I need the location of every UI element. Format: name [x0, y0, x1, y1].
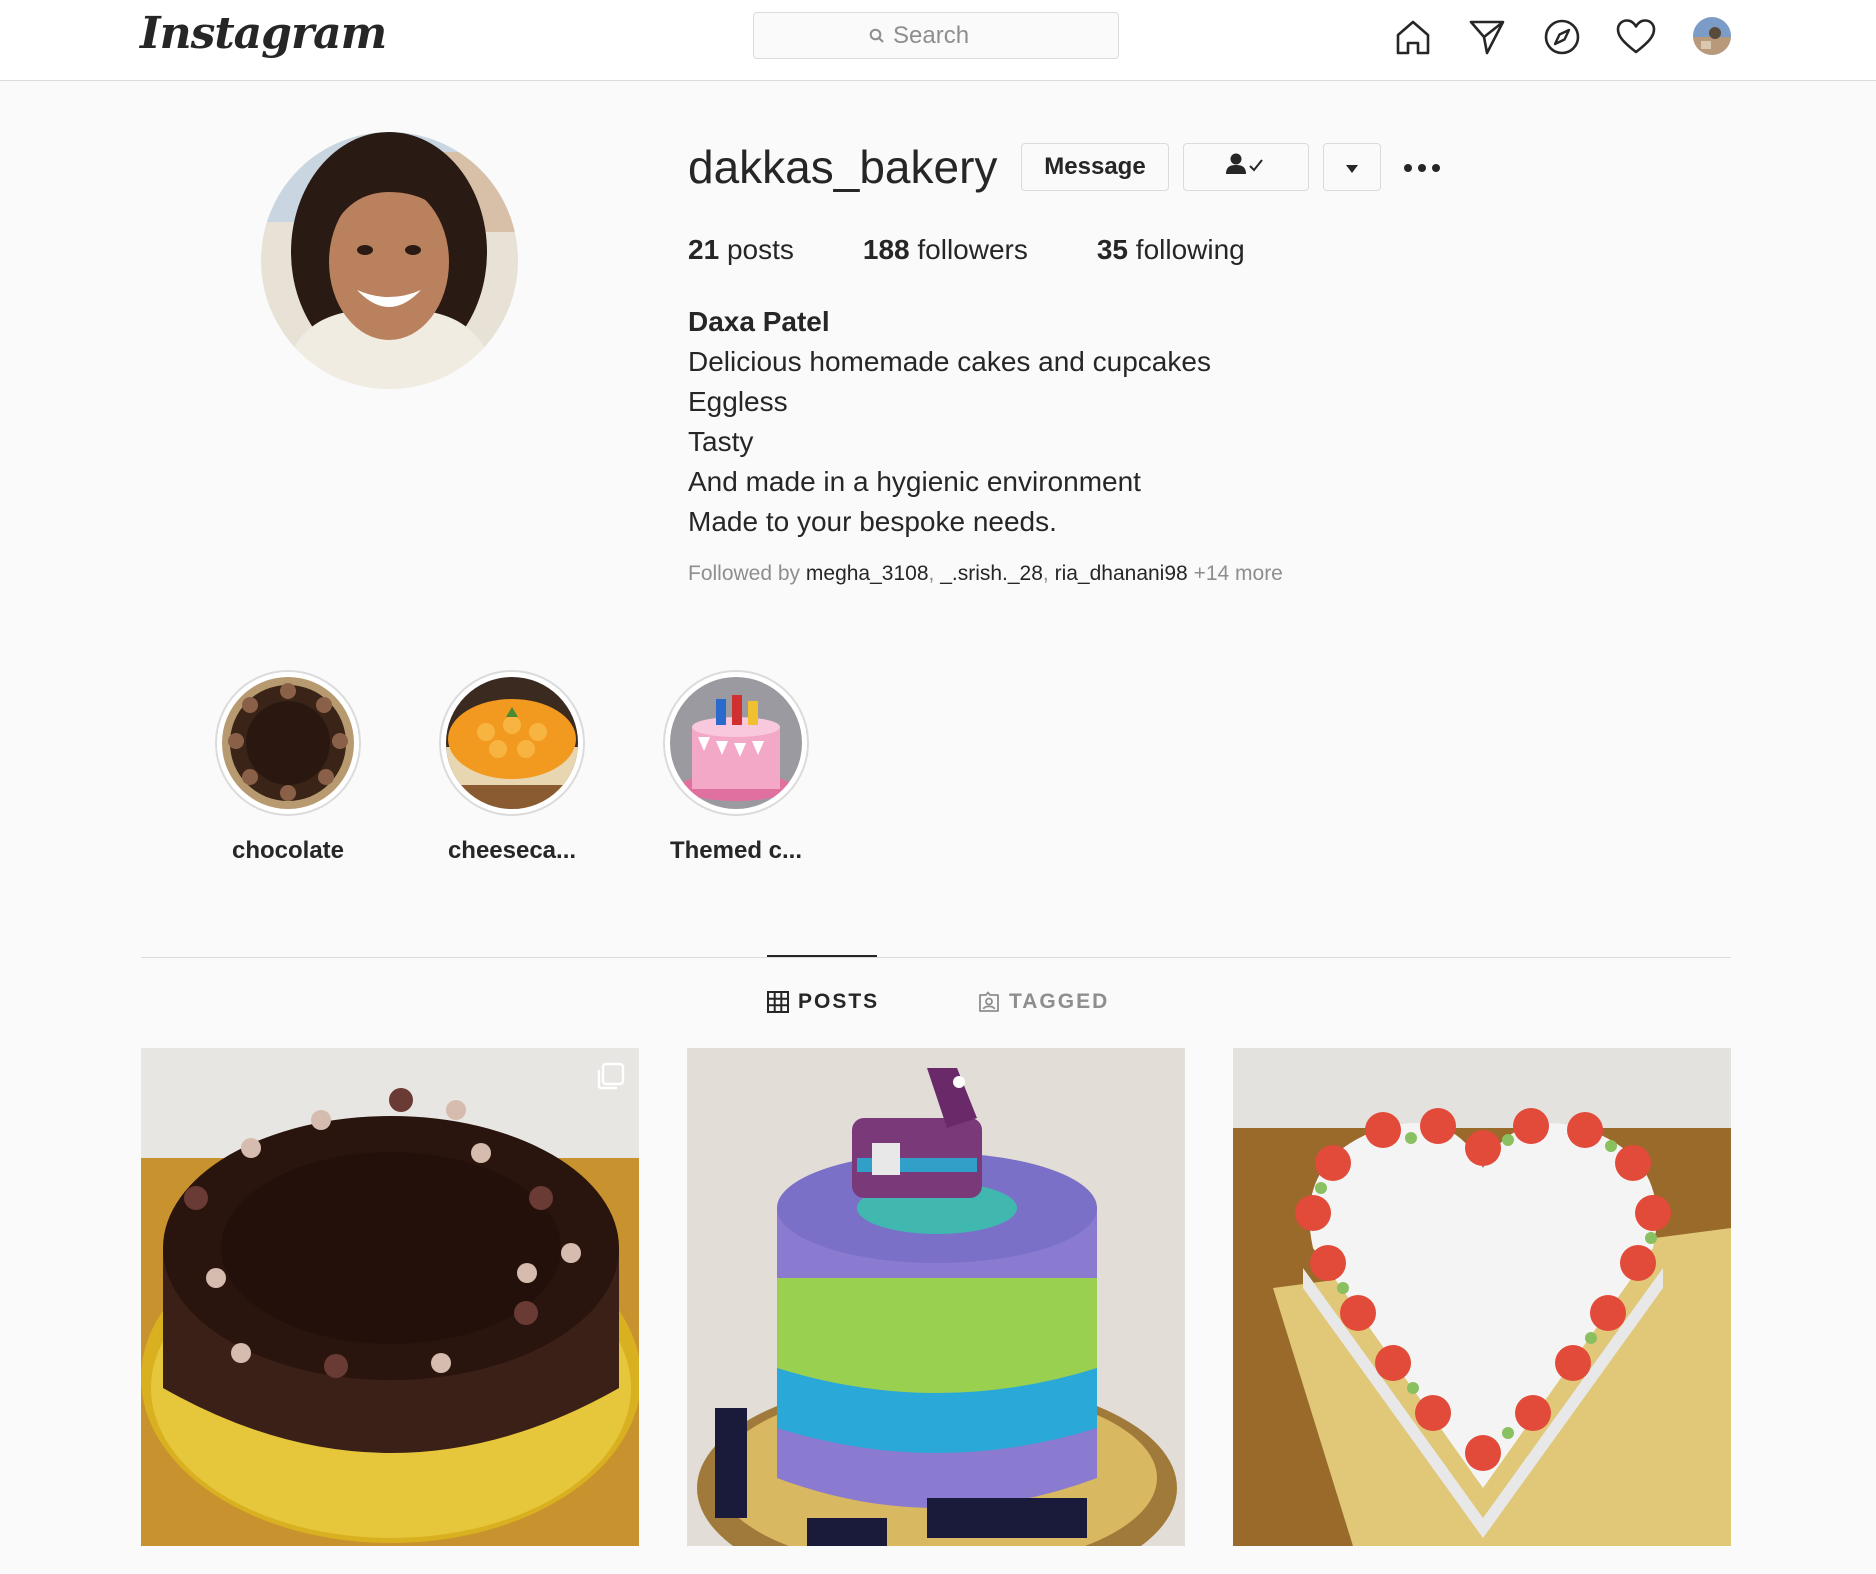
- bio-line: Made to your bespoke needs.: [688, 506, 1057, 537]
- following-count[interactable]: 35 following: [1097, 234, 1245, 266]
- tabs-divider: [141, 957, 1731, 958]
- nav-profile-avatar[interactable]: [1693, 17, 1731, 55]
- user-check-icon: [1224, 152, 1268, 183]
- profile-username: dakkas_bakery: [688, 141, 998, 193]
- explore-icon[interactable]: [1540, 15, 1584, 59]
- tab-tagged[interactable]: TAGGED: [978, 990, 1109, 1014]
- followers-count[interactable]: 188 followers: [863, 234, 1028, 266]
- highlight-thumbnail: [670, 677, 802, 809]
- home-icon[interactable]: [1391, 15, 1435, 59]
- profile-full-name: Daxa Patel: [688, 306, 830, 337]
- post-tile[interactable]: [687, 1048, 1185, 1546]
- bio-line: Tasty: [688, 426, 754, 457]
- suggested-dropdown-button[interactable]: [1323, 143, 1381, 191]
- message-button[interactable]: Message: [1021, 143, 1169, 191]
- highlight-cheesecake[interactable]: cheeseca...: [437, 670, 587, 865]
- heart-icon[interactable]: [1614, 15, 1658, 59]
- caret-down-icon: [1345, 153, 1359, 181]
- bio-line: And made in a hygienic environment: [688, 466, 1141, 497]
- highlight-themed-cakes[interactable]: Themed c...: [661, 670, 811, 865]
- follower-name[interactable]: megha_3108: [806, 562, 929, 585]
- posts-count: 21 posts: [688, 234, 794, 265]
- top-nav: Instagram: [0, 0, 1876, 81]
- tagged-person-icon: [978, 991, 1000, 1013]
- multiple-images-icon: [597, 1062, 625, 1095]
- search-icon: [869, 28, 885, 44]
- followed-by[interactable]: Followed by megha_3108, _.srish._28, ria…: [688, 562, 1283, 586]
- profile-avatar[interactable]: [261, 132, 518, 389]
- direct-messages-icon[interactable]: [1465, 15, 1509, 59]
- bio-line: Eggless: [688, 386, 788, 417]
- highlight-thumbnail: [446, 677, 578, 809]
- following-button[interactable]: [1183, 143, 1309, 191]
- search-box[interactable]: [753, 12, 1119, 59]
- post-tile[interactable]: [1233, 1048, 1731, 1546]
- more-options-icon[interactable]: [1400, 148, 1444, 188]
- follower-name[interactable]: ria_dhanani98: [1055, 562, 1188, 585]
- profile-stats: 21 posts 188 followers 35 following: [688, 234, 1314, 266]
- follower-name[interactable]: _.srish._28: [940, 562, 1043, 585]
- bio-line: Delicious homemade cakes and cupcakes: [688, 346, 1211, 377]
- followed-by-more[interactable]: +14 more: [1194, 562, 1283, 585]
- grid-icon: [767, 991, 789, 1013]
- active-tab-indicator: [767, 955, 877, 957]
- highlight-chocolate[interactable]: chocolate: [213, 670, 363, 865]
- post-tile[interactable]: [141, 1048, 639, 1546]
- search-input[interactable]: [893, 21, 1003, 50]
- highlight-thumbnail: [222, 677, 354, 809]
- tab-posts[interactable]: POSTS: [767, 990, 879, 1014]
- profile-bio: Daxa Patel Delicious homemade cakes and …: [688, 302, 1211, 542]
- instagram-logo[interactable]: Instagram: [140, 8, 387, 59]
